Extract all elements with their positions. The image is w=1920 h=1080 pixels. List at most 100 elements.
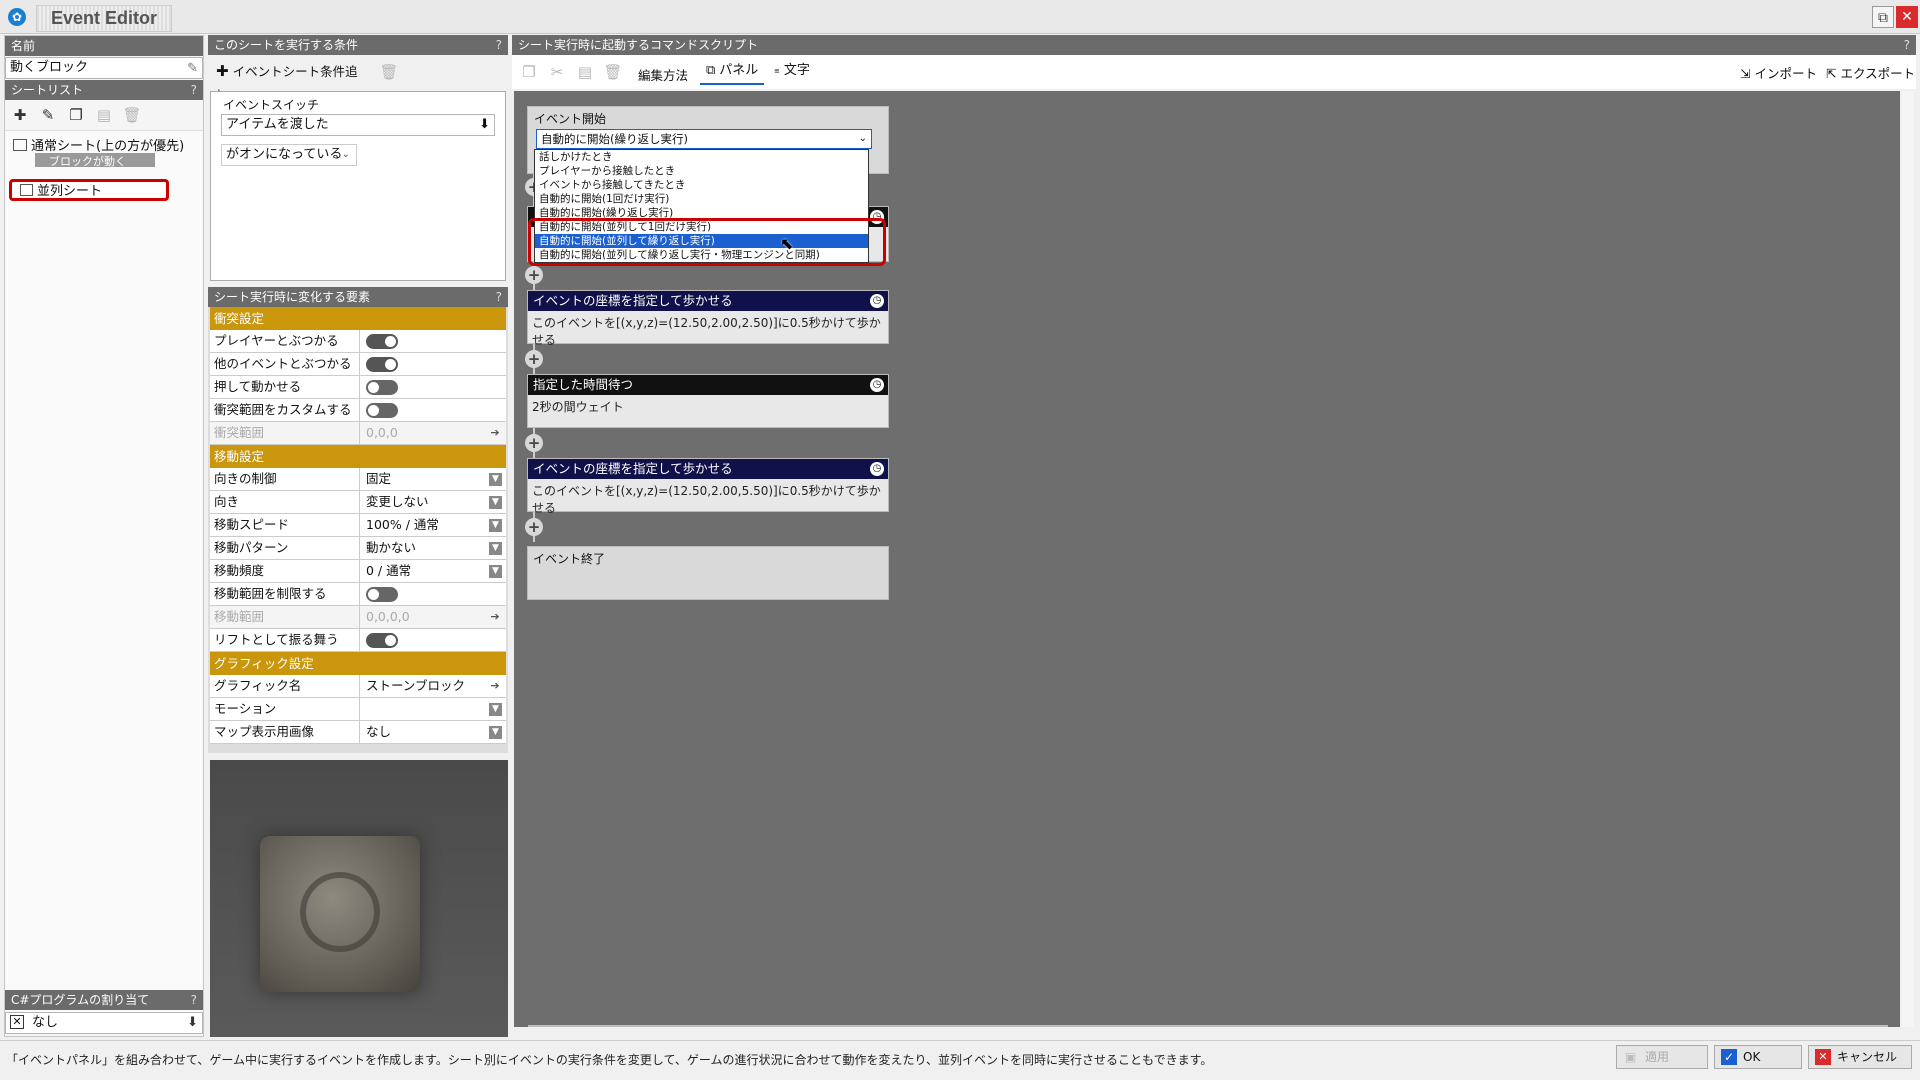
dropdown-option[interactable]: イベントから接触してきたとき: [535, 178, 868, 192]
export-button[interactable]: ⇱ エクスポート: [1826, 63, 1915, 82]
export-label: エクスポート: [1840, 66, 1916, 81]
import-button[interactable]: ⇲ インポート: [1740, 63, 1817, 82]
switch-select[interactable]: アイテムを渡した ⬇: [221, 114, 495, 136]
copy-sheet-button[interactable]: ❐: [63, 102, 89, 128]
state-select[interactable]: がオンになっている ⌄: [221, 144, 357, 166]
clock-icon: ◷: [870, 462, 884, 476]
dropdown-option[interactable]: プレイヤーから接触したとき: [535, 164, 868, 178]
event-collide-toggle[interactable]: [366, 357, 398, 372]
dropdown-option[interactable]: 自動的に開始(1回だけ実行): [535, 192, 868, 206]
sheet-item-label: 並列シート: [37, 184, 103, 199]
event-panel-wait[interactable]: 指定した時間待つ ◷ 2秒の間ウェイト: [527, 374, 889, 428]
dropdown-icon[interactable]: ▼: [489, 565, 502, 578]
add-panel-button[interactable]: +: [525, 434, 543, 452]
help-icon[interactable]: ?: [1904, 35, 1910, 55]
clear-icon[interactable]: ✕: [10, 1015, 24, 1029]
delete-sheet-button[interactable]: 🗑: [119, 102, 145, 128]
row-speed: 移動スピード 100% / 通常 ▼: [210, 514, 506, 537]
csharp-select[interactable]: ✕ なし ⬇: [5, 1012, 203, 1034]
name-field[interactable]: 動くブロック ✎: [5, 57, 203, 79]
event-start-select[interactable]: 自動的に開始(繰り返し実行) ⌄: [536, 129, 872, 149]
horizontal-scrollbar[interactable]: [528, 1025, 1888, 1027]
copy-button[interactable]: ❐: [516, 59, 542, 85]
sheet-item-parallel[interactable]: 並列シート: [9, 179, 169, 201]
row-frequency: 移動頻度 0 / 通常 ▼: [210, 560, 506, 583]
row-label: 衝突範囲: [210, 422, 360, 444]
paste-sheet-button[interactable]: ▤: [91, 102, 117, 128]
custom-range-toggle[interactable]: [366, 403, 398, 418]
paste-button[interactable]: ▤: [572, 59, 598, 85]
arrow-right-icon[interactable]: ➔: [488, 679, 502, 693]
highlight-box: [528, 218, 886, 266]
pushable-toggle[interactable]: [366, 380, 398, 395]
help-icon[interactable]: ?: [191, 990, 197, 1010]
limit-range-toggle[interactable]: [366, 587, 398, 602]
vertical-scrollbar[interactable]: [1902, 91, 1914, 1027]
row-label: グラフィック名: [210, 675, 360, 697]
state-value: がオンになっている: [226, 147, 343, 162]
row-direction: 向き 変更しない ▼: [210, 491, 506, 514]
row-label: プレイヤーとぶつかる: [210, 330, 360, 352]
cancel-button[interactable]: ✕ キャンセル: [1808, 1045, 1912, 1069]
sheet-icon: [20, 184, 33, 196]
dropdown-icon[interactable]: ▼: [489, 473, 502, 486]
status-bar: 「イベントパネル」を組み合わせて、ゲーム中に実行するイベントを作成します。シート…: [0, 1040, 1920, 1080]
dropdown-icon[interactable]: ▼: [489, 726, 502, 739]
arrow-down-icon: ⬇: [187, 1015, 198, 1030]
dropdown-icon[interactable]: ▼: [489, 519, 502, 532]
edit-sheet-button[interactable]: ✎: [35, 102, 61, 128]
panel-header: 指定した時間待つ ◷: [528, 375, 888, 395]
row-pattern: 移動パターン 動かない ▼: [210, 537, 506, 560]
edit-pencil-icon[interactable]: ✎: [187, 59, 198, 79]
row-dir-control: 向きの制御 固定 ▼: [210, 468, 506, 491]
ok-button[interactable]: ✓ OK: [1714, 1045, 1802, 1069]
player-collide-toggle[interactable]: [366, 334, 398, 349]
row-label: 向き: [210, 491, 360, 513]
sheetlist-header-label: シートリスト: [11, 83, 84, 97]
lift-toggle[interactable]: [366, 633, 398, 648]
close-window-button[interactable]: ✕: [1896, 6, 1918, 28]
row-label: 押して動かせる: [210, 376, 360, 398]
row-collide-range: 衝突範囲 0,0,0 ➔: [210, 422, 506, 445]
add-panel-button[interactable]: +: [525, 518, 543, 536]
help-icon[interactable]: ?: [496, 287, 502, 307]
dropdown-icon[interactable]: ▼: [489, 703, 502, 716]
add-panel-button[interactable]: +: [525, 266, 543, 284]
cancel-x-icon: ✕: [1815, 1049, 1831, 1065]
sheet-item-block-moves[interactable]: ブロックが動く: [35, 153, 155, 167]
row-label: 移動範囲を制限する: [210, 583, 360, 605]
sheet-item-normal[interactable]: 通常シート(上の方が優先): [13, 135, 201, 154]
help-icon[interactable]: ?: [496, 35, 502, 55]
panel-body: このイベントを[(x,y,z)=(12.50,2.00,2.50)]に0.5秒か…: [532, 316, 881, 347]
add-panel-button[interactable]: +: [525, 350, 543, 368]
tab-panel[interactable]: ⧉ パネル: [700, 59, 765, 85]
arrow-right-icon[interactable]: ➔: [488, 610, 502, 624]
dropdown-option[interactable]: 話しかけたとき: [535, 150, 868, 164]
restore-window-button[interactable]: ⧉: [1872, 6, 1894, 28]
event-panel-walk-1[interactable]: イベントの座標を指定して歩かせる ◷ このイベントを[(x,y,z)=(12.50…: [527, 290, 889, 347]
row-value: ストーンブロック: [366, 678, 466, 693]
tab-text[interactable]: ≡ 文字: [768, 59, 816, 85]
graphic-preview: [210, 760, 508, 1037]
export-icon: ⇱: [1826, 66, 1837, 81]
event-panel-walk-2[interactable]: イベントの座標を指定して歩かせる ◷ このイベントを[(x,y,z)=(12.50…: [527, 458, 889, 515]
cut-button[interactable]: ✂: [544, 59, 570, 85]
delete-button[interactable]: 🗑: [600, 59, 626, 85]
dropdown-icon[interactable]: ▼: [489, 542, 502, 555]
status-hint: 「イベントパネル」を組み合わせて、ゲーム中に実行するイベントを作成します。シート…: [6, 1053, 1213, 1067]
row-custom-range: 衝突範囲をカスタムする: [210, 399, 506, 422]
arrow-right-icon[interactable]: ➔: [488, 426, 502, 440]
csharp-value: なし: [32, 1015, 59, 1030]
add-condition-button[interactable]: ✚イベントシート条件追加: [212, 59, 370, 103]
row-value: 0,0,0: [366, 425, 398, 440]
sheetlist-header: シートリスト?: [5, 80, 203, 100]
apply-button[interactable]: ▣ 適用: [1616, 1045, 1708, 1069]
help-icon[interactable]: ?: [191, 80, 197, 100]
dropdown-icon[interactable]: ▼: [489, 496, 502, 509]
row-motion: モーション ▼: [210, 698, 506, 721]
plus-icon: ✚: [216, 62, 229, 80]
add-sheet-button[interactable]: ✚: [7, 102, 33, 128]
tab-text-label: 文字: [783, 63, 810, 78]
tab-panel-label: パネル: [719, 63, 759, 78]
delete-condition-button[interactable]: 🗑: [376, 59, 402, 85]
